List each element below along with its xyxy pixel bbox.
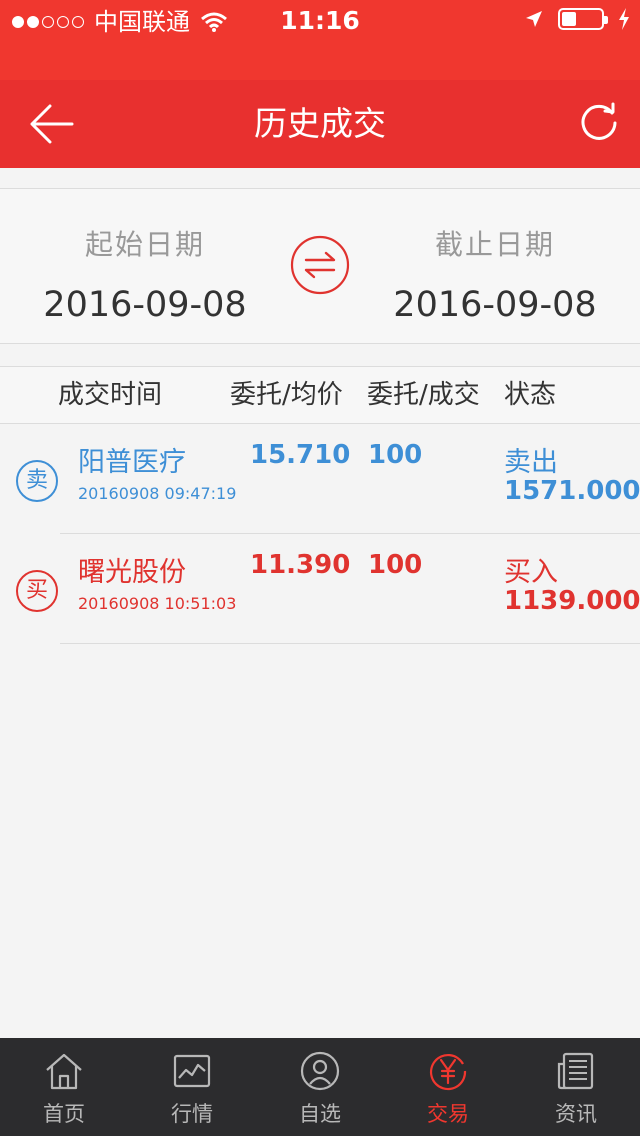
location-arrow-icon	[526, 11, 542, 27]
avg-price: 11.390	[250, 550, 351, 580]
header-trade-time: 成交时间	[58, 380, 163, 410]
table-row[interactable]: 买 曙光股份 20160908 10:51:03 11.390 100 买入 1…	[0, 534, 640, 644]
trade-datetime: 20160908 09:47:19	[78, 484, 237, 503]
yen-icon	[429, 1054, 467, 1091]
trade-status: 买入	[504, 557, 558, 588]
charging-bolt-icon	[619, 8, 629, 30]
trade-list-header: 成交时间 委托/均价 委托/成交 状态	[0, 366, 640, 424]
trade-amount: 1139.000	[504, 586, 640, 616]
tab-label: 自选	[299, 1102, 341, 1126]
buy-badge-icon: 买	[16, 570, 58, 612]
status-bar: 中国联通 11:16	[0, 0, 640, 80]
tab-news[interactable]: 资讯	[512, 1038, 640, 1136]
nav-bar: 历史成交	[0, 80, 640, 168]
end-date-label: 截止日期	[434, 228, 555, 261]
home-icon	[46, 1053, 82, 1090]
row-divider	[60, 643, 640, 644]
tab-label: 行情	[171, 1102, 213, 1126]
trade-datetime: 20160908 10:51:03	[78, 594, 237, 613]
date-range-panel: 起始日期 2016-09-08 截止日期 2016-09-08	[0, 188, 640, 344]
tab-market[interactable]: 行情	[128, 1038, 256, 1136]
table-row[interactable]: 卖 阳普医疗 20160908 09:47:19 15.710 100 卖出 1…	[0, 424, 640, 534]
tab-label: 交易	[427, 1102, 469, 1126]
refresh-icon[interactable]	[578, 102, 620, 144]
tab-trade[interactable]: 交易	[384, 1038, 512, 1136]
tab-home[interactable]: 首页	[0, 1038, 128, 1136]
sell-badge-icon: 卖	[16, 460, 58, 502]
header-order-avg-price: 委托/均价	[230, 380, 343, 410]
header-status: 状态	[504, 380, 557, 410]
stock-name: 曙光股份	[78, 557, 186, 588]
stock-name: 阳普医疗	[78, 447, 186, 478]
filled-quantity: 100	[368, 440, 423, 470]
end-date-picker[interactable]: 截止日期 2016-09-08	[350, 189, 640, 325]
tab-label: 首页	[43, 1102, 85, 1126]
trade-amount: 1571.000	[504, 476, 640, 506]
battery-icon	[558, 8, 608, 30]
avg-price: 15.710	[250, 440, 351, 470]
tab-watchlist[interactable]: 自选	[256, 1038, 384, 1136]
page-title: 历史成交	[254, 104, 386, 143]
swap-dates-icon[interactable]	[290, 235, 350, 295]
user-icon	[300, 1051, 340, 1091]
start-date-label: 起始日期	[84, 228, 205, 261]
trade-status: 卖出	[504, 447, 558, 478]
bottom-tab-bar: 首页 行情 自选 交易 资讯	[0, 1038, 640, 1136]
end-date-value[interactable]: 2016-09-08	[350, 285, 640, 325]
news-icon	[557, 1052, 594, 1090]
header-order-filled: 委托/成交	[367, 380, 480, 410]
tab-label: 资讯	[555, 1102, 597, 1126]
filled-quantity: 100	[368, 550, 423, 580]
status-right	[524, 8, 630, 30]
start-date-value[interactable]: 2016-09-08	[0, 285, 290, 325]
start-date-picker[interactable]: 起始日期 2016-09-08	[0, 189, 290, 325]
chart-icon	[173, 1054, 211, 1088]
